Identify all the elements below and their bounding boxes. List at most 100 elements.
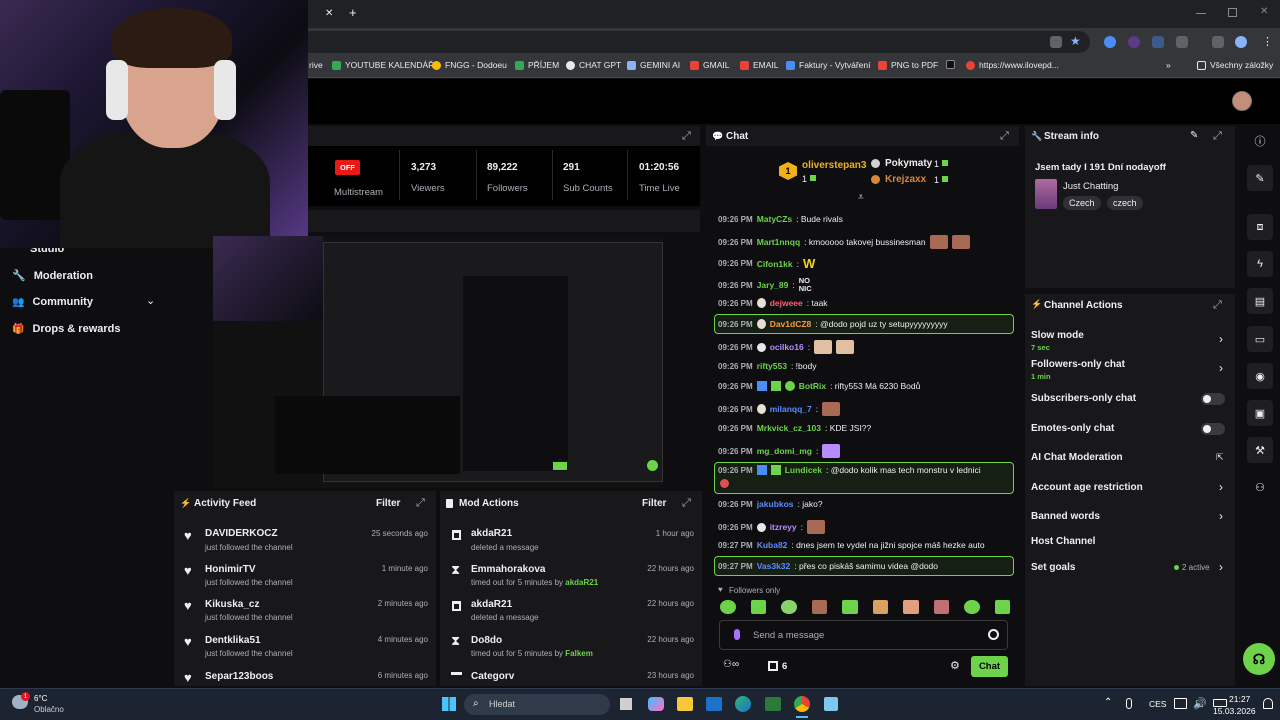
- taskbar-search[interactable]: ⌕ Hledat: [464, 694, 610, 715]
- sidebar-item-community[interactable]: 👥 Community: [12, 296, 93, 308]
- wrench-icon[interactable]: ⚒: [1247, 437, 1273, 463]
- clock-date[interactable]: 15.03.2026: [1213, 706, 1256, 716]
- collapse-icon[interactable]: ⩡: [858, 192, 864, 203]
- menu-dots-icon[interactable]: ⋮: [1262, 35, 1273, 48]
- extension-icon[interactable]: [1152, 36, 1164, 48]
- message-icon[interactable]: ▭: [1247, 326, 1273, 352]
- chevron-right-icon[interactable]: ›: [1219, 332, 1223, 346]
- info-icon[interactable]: ⓘ: [1247, 128, 1273, 154]
- host-channel-label[interactable]: Host Channel: [1031, 536, 1095, 547]
- top-chatter-name[interactable]: oliverstepan3: [802, 160, 866, 171]
- chrome-icon[interactable]: [794, 696, 810, 712]
- emote-icon[interactable]: [720, 600, 736, 614]
- new-tab-button[interactable]: +: [349, 5, 357, 20]
- expand-icon[interactable]: ⤢: [1213, 299, 1222, 312]
- bookmark-item[interactable]: FNGG - Dodoeu: [432, 60, 507, 70]
- chat-username[interactable]: Lundicek: [785, 465, 822, 475]
- chevron-right-icon[interactable]: ›: [1219, 560, 1223, 574]
- chat-username[interactable]: BotRix: [799, 381, 826, 391]
- bookmark-item[interactable]: GMAIL: [690, 60, 729, 70]
- reading-list-icon[interactable]: [1212, 36, 1224, 48]
- edge-icon[interactable]: [735, 696, 751, 712]
- profile-icon[interactable]: [1235, 36, 1247, 48]
- chat-username[interactable]: Kuba82: [757, 540, 788, 550]
- third-chatter-name[interactable]: Krejzaxx: [885, 174, 926, 185]
- restore-icon[interactable]: [1228, 8, 1237, 17]
- chat-username[interactable]: milanqq_7: [770, 404, 812, 414]
- emoji-icon[interactable]: [988, 629, 999, 640]
- subscribers-only-toggle[interactable]: [1201, 393, 1225, 405]
- chat-username[interactable]: MatyCZs: [757, 214, 792, 224]
- sidebar-item-moderation[interactable]: 🔧 Moderation: [12, 269, 93, 283]
- task-view-icon[interactable]: [620, 698, 632, 710]
- emote-icon[interactable]: [903, 600, 919, 614]
- emote-icon[interactable]: [811, 600, 827, 614]
- emote-icon[interactable]: [781, 600, 797, 614]
- expand-icon[interactable]: ⤢: [416, 497, 425, 510]
- pencil-icon[interactable]: ✎: [1190, 130, 1198, 141]
- category-name[interactable]: Just Chatting: [1063, 181, 1118, 192]
- expand-icon[interactable]: ⤢: [1000, 130, 1009, 143]
- terminal-icon[interactable]: [765, 697, 781, 711]
- language-indicator[interactable]: CES: [1149, 699, 1166, 709]
- minimize-icon[interactable]: [1196, 13, 1206, 14]
- chat-username[interactable]: itzreyy: [770, 522, 797, 532]
- extension-icon[interactable]: [1128, 36, 1140, 48]
- bookmark-item[interactable]: PNG to PDF: [878, 60, 938, 70]
- emotes-only-toggle[interactable]: [1201, 423, 1225, 435]
- help-button-icon[interactable]: ☊: [1243, 643, 1275, 675]
- expand-icon[interactable]: ⤢: [682, 497, 691, 510]
- extension-icon[interactable]: [1104, 36, 1116, 48]
- network-icon[interactable]: [1174, 698, 1187, 709]
- outlook-icon[interactable]: [706, 697, 722, 711]
- bookmark-item[interactable]: [946, 60, 955, 69]
- clip-icon[interactable]: ⧈: [1247, 214, 1273, 240]
- set-goals-label[interactable]: Set goals: [1031, 562, 1075, 573]
- chat-username[interactable]: ocilko16: [770, 342, 804, 352]
- chat-username[interactable]: Dav1dCZ8: [770, 319, 812, 329]
- banned-words-label[interactable]: Banned words: [1031, 511, 1100, 522]
- chat-username[interactable]: dejweee: [770, 298, 803, 308]
- emote-icon[interactable]: [750, 600, 766, 614]
- bookmark-item[interactable]: EMAIL: [740, 60, 779, 70]
- chat-username[interactable]: Cifon1kk: [757, 259, 793, 269]
- bookmark-item[interactable]: GEMINI AI: [627, 60, 680, 70]
- bookmark-item[interactable]: PŘÍJEM: [515, 60, 559, 70]
- emote-icon[interactable]: [872, 600, 888, 614]
- bolt-icon[interactable]: ϟ: [1247, 251, 1273, 277]
- close-window-icon[interactable]: ✕: [1260, 6, 1268, 17]
- bookmark-star-icon[interactable]: ★: [1070, 34, 1082, 48]
- expand-icon[interactable]: ⤢: [682, 130, 691, 143]
- mod-filter-button[interactable]: Filter: [642, 498, 666, 509]
- file-explorer-icon[interactable]: [677, 697, 693, 711]
- tag[interactable]: Czech: [1063, 196, 1101, 210]
- bookmark-item[interactable]: Faktury - Vytváření: [786, 60, 870, 70]
- multistream-label[interactable]: Multistream: [334, 187, 383, 198]
- chat-username[interactable]: jakubkos: [757, 499, 794, 509]
- translate-icon[interactable]: [1050, 36, 1062, 48]
- microphone-icon[interactable]: [1126, 698, 1132, 709]
- all-bookmarks-button[interactable]: Všechny záložky: [1197, 60, 1273, 70]
- chat-send-button[interactable]: Chat: [971, 656, 1008, 677]
- gear-icon[interactable]: ⚙: [950, 659, 960, 672]
- bookmark-item[interactable]: YOUTUBE KALENDÁŘ: [332, 60, 434, 70]
- notifications-icon[interactable]: [1263, 698, 1273, 709]
- community-icon[interactable]: ⚇: [1247, 474, 1273, 500]
- pencil-icon[interactable]: ✎: [1247, 165, 1273, 191]
- emote-icon[interactable]: [994, 600, 1010, 614]
- document-icon[interactable]: ▤: [1247, 288, 1273, 314]
- copilot-icon[interactable]: [648, 697, 664, 711]
- expand-icon[interactable]: ⤢: [1213, 130, 1222, 143]
- emote-icon[interactable]: [842, 600, 858, 614]
- chat-username[interactable]: Mart1nnqq: [757, 237, 800, 247]
- chat-username[interactable]: mg_domi_mg: [757, 446, 812, 456]
- chevron-right-icon[interactable]: ›: [1219, 361, 1223, 375]
- chevron-right-icon[interactable]: ›: [1219, 480, 1223, 494]
- chevron-up-icon[interactable]: ⌃: [1104, 697, 1112, 708]
- emote-icon[interactable]: [964, 600, 980, 614]
- bookmark-item[interactable]: rive: [309, 60, 323, 70]
- sidebar-item-drops[interactable]: 🎁 Drops & rewards: [12, 323, 120, 335]
- chevron-right-icon[interactable]: ›: [1219, 509, 1223, 523]
- chat-username[interactable]: Vas3k32: [757, 561, 791, 571]
- volume-icon[interactable]: 🔊: [1193, 697, 1207, 710]
